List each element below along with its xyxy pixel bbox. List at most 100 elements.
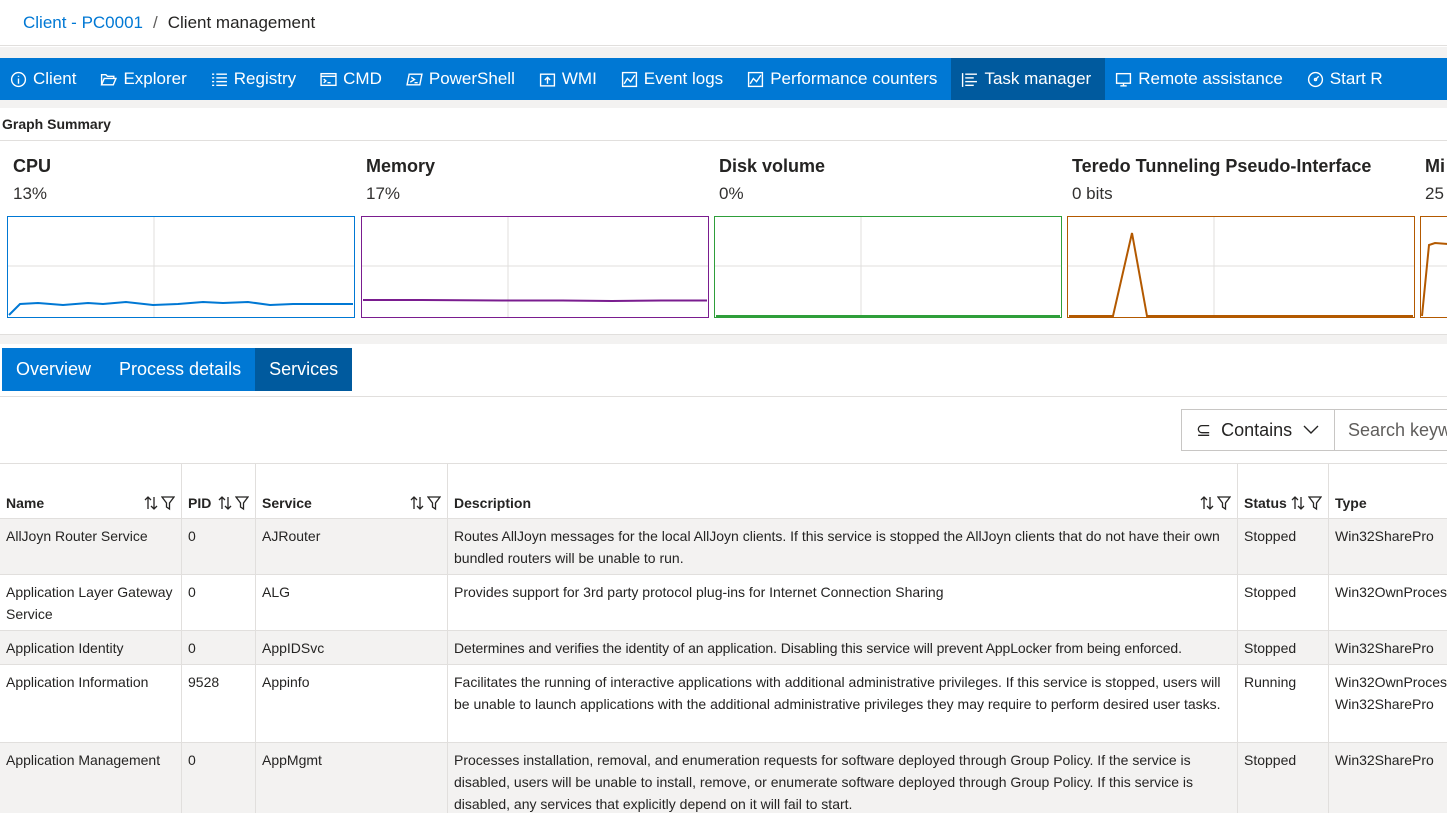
- memory-graph-plot: [362, 217, 708, 317]
- table-row[interactable]: AllJoyn Router Service 0 AJRouter Routes…: [0, 519, 1447, 575]
- wmi-icon: [539, 72, 555, 87]
- column-header-status[interactable]: Status: [1238, 464, 1329, 519]
- cell-status: Stopped: [1238, 631, 1329, 664]
- cell-name: AllJoyn Router Service: [0, 519, 182, 574]
- nav-event-logs-label: Event logs: [643, 69, 724, 88]
- cell-type: Win32OwnProces Win32SharePro: [1335, 674, 1447, 712]
- nav-client[interactable]: Client: [0, 58, 90, 100]
- cell-service: AJRouter: [256, 519, 448, 574]
- nav-event-logs[interactable]: Event logs: [611, 58, 737, 100]
- top-nav: Client Explorer Registry CMD PowerShell …: [0, 58, 1447, 100]
- filter-icon[interactable]: [427, 495, 441, 511]
- filter-icon[interactable]: [235, 495, 249, 511]
- table-row[interactable]: Application Management 0 AppMgmt Process…: [0, 743, 1447, 813]
- cell-pid: 0: [182, 575, 256, 630]
- cell-status: Stopped: [1238, 519, 1329, 574]
- sort-icon[interactable]: [218, 495, 232, 511]
- cell-name: Application Information: [0, 665, 182, 742]
- graph-name: Mi: [1425, 156, 1445, 176]
- cell-name: Application Identity: [0, 631, 182, 664]
- nav-registry[interactable]: Registry: [201, 58, 310, 100]
- table-header: Name PID Service Description Status Type: [0, 464, 1447, 519]
- column-header-type[interactable]: Type: [1329, 464, 1447, 519]
- monitor-icon: [1116, 72, 1132, 87]
- table-row[interactable]: Application Information 9528 Appinfo Fac…: [0, 665, 1447, 743]
- divider: [0, 396, 1447, 397]
- tab-overview[interactable]: Overview: [2, 348, 106, 391]
- nav-powershell[interactable]: PowerShell: [396, 58, 529, 100]
- table-row[interactable]: Application Identity 0 AppIDSvc Determin…: [0, 631, 1447, 665]
- filter-icon[interactable]: [161, 495, 175, 511]
- powershell-icon: [406, 72, 423, 86]
- tab-process-details[interactable]: Process details: [105, 348, 256, 391]
- chart-icon: [621, 71, 637, 87]
- nav-remote-assistance-label: Remote assistance: [1138, 69, 1283, 88]
- nav-remote-assistance[interactable]: Remote assistance: [1105, 58, 1297, 100]
- nav-start-r[interactable]: Start R: [1297, 58, 1397, 100]
- nav-task-manager-label: Task manager: [984, 69, 1092, 88]
- graph-name: Disk volume: [719, 156, 826, 176]
- search-input[interactable]: Search keyw: [1334, 409, 1447, 451]
- cmd-icon: [320, 72, 337, 86]
- disk-volume-graph-plot: [715, 217, 1061, 317]
- table-row[interactable]: Application Layer Gateway Service 0 ALG …: [0, 575, 1447, 631]
- filter-icon[interactable]: [1217, 495, 1231, 511]
- column-header-name[interactable]: Name: [0, 464, 182, 519]
- folder-icon: [101, 73, 118, 86]
- list-icon: [211, 72, 227, 86]
- cell-type: Win32SharePro: [1335, 640, 1434, 656]
- sort-icon[interactable]: [144, 495, 158, 511]
- nav-registry-label: Registry: [233, 69, 297, 88]
- column-header-label: Type: [1335, 495, 1367, 511]
- column-header-label: Status: [1244, 495, 1287, 511]
- cell-pid: 0: [182, 519, 256, 574]
- nav-start-r-label: Start R: [1329, 69, 1383, 88]
- sort-icon[interactable]: [1291, 495, 1305, 511]
- gauge-icon: [1307, 71, 1323, 87]
- column-header-description[interactable]: Description: [448, 464, 1238, 519]
- breadcrumb-current: Client management: [167, 12, 316, 32]
- divider: [0, 140, 1447, 141]
- info-icon: [10, 71, 27, 87]
- sort-icon[interactable]: [410, 495, 424, 511]
- nav-cmd[interactable]: CMD: [310, 58, 396, 100]
- cell-status: Stopped: [1238, 743, 1329, 813]
- nav-task-manager[interactable]: Task manager: [951, 58, 1106, 100]
- nav-performance-counters[interactable]: Performance counters: [737, 58, 951, 100]
- column-header-label: Name: [6, 495, 45, 511]
- nav-wmi[interactable]: WMI: [529, 58, 611, 100]
- cell-description: Determines and verifies the identity of …: [448, 631, 1238, 664]
- cell-pid: 9528: [182, 665, 256, 742]
- search-placeholder: Search keyw: [1348, 419, 1447, 440]
- cell-service: AppMgmt: [256, 743, 448, 813]
- graph-value: 13%: [13, 184, 48, 203]
- column-header-pid[interactable]: PID: [182, 464, 256, 519]
- cell-type: Win32OwnProces: [1335, 584, 1447, 600]
- sort-icon[interactable]: [1200, 495, 1214, 511]
- cell-name: Application Management: [0, 743, 182, 813]
- cell-description: Facilitates the running of interactive a…: [448, 665, 1238, 742]
- column-header-service[interactable]: Service: [256, 464, 448, 519]
- column-header-label: PID: [188, 495, 212, 511]
- filter-operator-dropdown[interactable]: ⊆ Contains: [1181, 409, 1335, 451]
- column-header-label: Service: [262, 495, 312, 511]
- nav-explorer[interactable]: Explorer: [90, 58, 200, 100]
- nav-explorer-label: Explorer: [123, 69, 187, 88]
- cell-pid: 0: [182, 743, 256, 813]
- spacer: [0, 47, 1447, 58]
- cpu-graph: [7, 216, 355, 318]
- cell-service: Appinfo: [256, 665, 448, 742]
- graph-value: 0 bits: [1072, 184, 1113, 203]
- column-header-label: Description: [454, 495, 532, 511]
- tab-services[interactable]: Services: [255, 348, 353, 391]
- graph-value: 17%: [366, 184, 401, 203]
- cell-pid: 0: [182, 631, 256, 664]
- breadcrumb: Client - PC0001 / Client management: [0, 0, 1447, 46]
- subset-icon: ⊆: [1196, 419, 1212, 440]
- filter-icon[interactable]: [1308, 495, 1322, 511]
- teredo-graph-plot: [1068, 217, 1414, 317]
- nav-cmd-label: CMD: [343, 69, 382, 88]
- mi-graph-plot: [1421, 241, 1447, 317]
- graph-value: 0%: [719, 184, 744, 203]
- breadcrumb-client-link[interactable]: Client - PC0001: [23, 13, 143, 33]
